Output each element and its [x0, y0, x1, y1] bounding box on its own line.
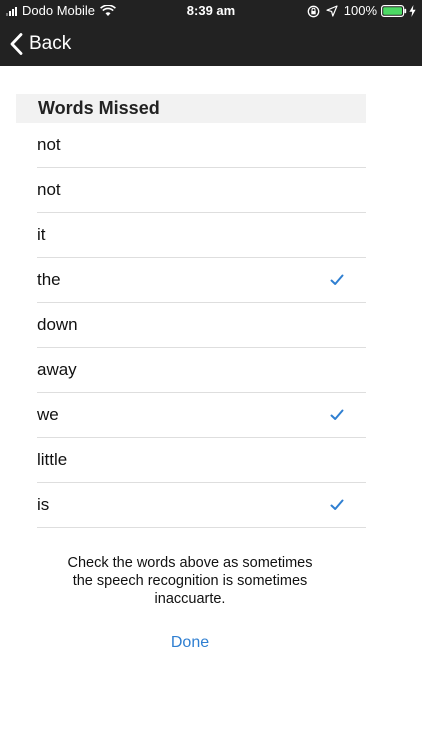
list-item[interactable]: not — [37, 123, 366, 168]
checkmark-icon — [330, 409, 344, 420]
lock-rotation-icon — [307, 5, 320, 17]
battery-icon — [381, 5, 407, 17]
list-item[interactable]: little — [37, 438, 366, 483]
status-bar: Dodo Mobile 8:39 am 100% — [0, 0, 422, 22]
section-title: Words Missed — [38, 98, 160, 118]
list-item[interactable]: is — [37, 483, 366, 528]
checkmark-icon — [330, 274, 344, 285]
location-icon — [326, 5, 338, 17]
list-item[interactable]: not — [37, 168, 366, 213]
back-button-label: Back — [29, 33, 72, 54]
charging-icon — [409, 5, 416, 17]
word-label: the — [37, 270, 61, 289]
list-item[interactable]: the — [37, 258, 366, 303]
navigation-bar: Dodo Mobile 8:39 am 100% Back — [0, 0, 422, 66]
word-label: is — [37, 495, 50, 514]
back-button[interactable]: Back — [10, 30, 71, 58]
word-label: away — [37, 360, 77, 379]
word-label: not — [37, 135, 61, 154]
word-label: we — [37, 405, 59, 424]
section-header: Words Missed — [16, 94, 366, 123]
word-label: not — [37, 180, 61, 199]
checkmark-icon — [330, 499, 344, 510]
help-text: Check the words above as sometimes the s… — [67, 555, 313, 607]
word-label: little — [37, 450, 68, 469]
word-label: down — [37, 315, 78, 334]
words-list: not not it the down away we little is — [37, 123, 366, 528]
list-item[interactable]: away — [37, 348, 366, 393]
list-item[interactable]: we — [37, 393, 366, 438]
chevron-left-icon — [10, 33, 23, 55]
word-label: it — [37, 225, 46, 244]
battery-percent: 100% — [343, 3, 377, 18]
status-right: 100% — [307, 0, 416, 22]
list-item[interactable]: down — [37, 303, 366, 348]
done-button[interactable]: Done — [140, 634, 240, 652]
list-item[interactable]: it — [37, 213, 366, 258]
